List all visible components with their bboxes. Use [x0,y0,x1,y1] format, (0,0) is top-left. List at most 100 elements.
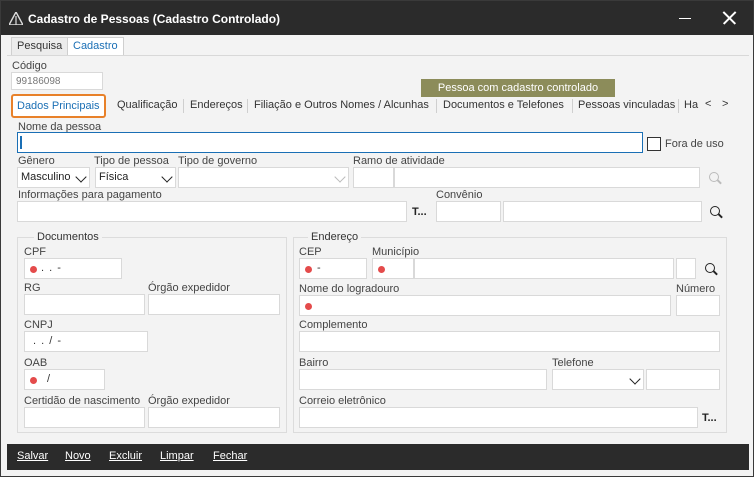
info-pag-label: Informações para pagamento [18,189,162,201]
municipio-desc-input[interactable] [414,258,674,279]
tipo-pessoa-select[interactable]: Física [95,167,176,188]
email-input[interactable] [299,407,698,428]
numero-label: Número [676,283,716,295]
tab-pessoas-vinculadas[interactable]: Pessoas vinculadas [574,95,679,117]
logradouro-label: Nome do logradouro [299,283,400,295]
info-pag-input[interactable] [17,201,407,222]
convenio-desc-input[interactable] [503,201,702,222]
numero-input[interactable] [676,295,720,316]
oab-input[interactable]: / [24,369,105,390]
salvar-button[interactable]: Salvar [17,450,48,462]
window-title: Cadastro de Pessoas (Cadastro Controlado… [28,12,281,26]
text-editor-button[interactable]: T... [702,412,717,424]
tipo-pessoa-value: Física [99,171,129,183]
app-logo-icon [9,12,23,25]
email-label: Correio eletrônico [299,395,386,407]
complemento-label: Complemento [299,319,368,331]
required-dot [30,266,37,273]
tab-separator [183,99,184,113]
genero-label: Gênero [18,155,55,167]
limpar-button[interactable]: Limpar [160,450,194,462]
chevron-down-icon [629,373,641,385]
telefone-label: Telefone [552,357,594,369]
chevron-down-icon [161,171,173,183]
search-icon[interactable] [708,171,722,185]
cpf-input[interactable]: . . - [24,258,122,279]
orgao2-input[interactable] [148,407,280,428]
novo-button[interactable]: Novo [65,450,91,462]
certidao-input[interactable] [24,407,145,428]
cpf-mask: . . - [41,262,62,274]
cnpj-label: CNPJ [24,319,53,331]
tab-qualificacao[interactable]: Qualificação [113,95,182,117]
codigo-field: 99186098 [11,72,103,90]
tab-separator [572,99,573,113]
nome-input[interactable] [17,132,643,153]
tipo-governo-label: Tipo de governo [178,155,258,167]
codigo-label: Código [12,60,47,72]
tab-filiacao[interactable]: Filiação e Outros Nomes / Alcunhas [250,95,433,117]
complemento-input[interactable] [299,331,720,352]
ramo-desc-input[interactable] [394,167,700,188]
cpf-label: CPF [24,246,46,258]
municipio-code-input[interactable] [372,258,414,279]
tipo-pessoa-label: Tipo de pessoa [94,155,169,167]
municipio-label: Município [372,246,420,258]
tab-prev-arrow[interactable]: < [705,98,711,110]
municipio-uf-input[interactable] [676,258,696,279]
close-icon[interactable] [721,10,737,26]
bottom-toolbar: Salvar Novo Excluir Limpar Fechar [7,444,749,470]
excluir-button[interactable]: Excluir [109,450,142,462]
convenio-label: Convênio [436,189,483,201]
cnpj-input[interactable]: . . / - [24,331,148,352]
tipo-governo-select[interactable] [178,167,349,188]
telefone-type-select[interactable] [552,369,644,390]
fechar-button[interactable]: Fechar [213,450,247,462]
bairro-label: Bairro [299,357,329,369]
minimize-icon[interactable] [677,10,693,26]
orgao2-label: Órgão expedidor [148,395,230,407]
title-bar: Cadastro de Pessoas (Cadastro Controlado… [1,1,753,35]
search-icon[interactable] [709,205,723,219]
cep-mask: - [317,262,322,274]
convenio-code-input[interactable] [436,201,501,222]
oab-label: OAB [24,357,48,369]
tab-separator [436,99,437,113]
genero-select[interactable]: Masculino [17,167,90,188]
tab-documentos-telefones[interactable]: Documentos e Telefones [439,95,568,117]
rg-label: RG [24,282,41,294]
fora-de-uso-checkbox[interactable] [647,137,661,151]
endereco-title: Endereço [308,231,362,243]
tab-cadastro[interactable]: Cadastro [67,37,124,55]
rg-input[interactable] [24,294,145,315]
tab-pesquisa[interactable]: Pesquisa [11,37,69,55]
fora-de-uso-label: Fora de uso [665,138,724,150]
cep-input[interactable]: - [299,258,367,279]
oab-mask: / [47,373,52,385]
orgao-label: Órgão expedidor [148,282,230,294]
required-dot [305,266,312,273]
required-dot [30,377,37,384]
certidao-label: Certidão de nascimento [24,395,141,407]
cep-label: CEP [299,246,322,258]
search-icon[interactable] [704,262,718,276]
tab-dados-principais[interactable]: Dados Principais [11,94,106,118]
tab-truncated[interactable]: Ha [680,95,702,117]
genero-value: Masculino [21,171,71,183]
required-dot [378,266,385,273]
logradouro-input[interactable] [299,295,671,316]
tab-next-arrow[interactable]: > [722,98,728,110]
bairro-input[interactable] [299,369,547,390]
orgao-input[interactable] [148,294,280,315]
chevron-down-icon [75,171,87,183]
cnpj-mask: . . / - [33,335,62,347]
tab-enderecos[interactable]: Endereços [186,95,247,117]
text-editor-button[interactable]: T... [412,206,427,218]
tab-separator [678,99,679,113]
chevron-down-icon [334,171,346,183]
tab-separator [247,99,248,113]
ramo-label: Ramo de atividade [353,155,445,167]
ramo-code-input[interactable] [353,167,394,188]
telefone-input[interactable] [646,369,720,390]
text-caret [20,136,22,149]
